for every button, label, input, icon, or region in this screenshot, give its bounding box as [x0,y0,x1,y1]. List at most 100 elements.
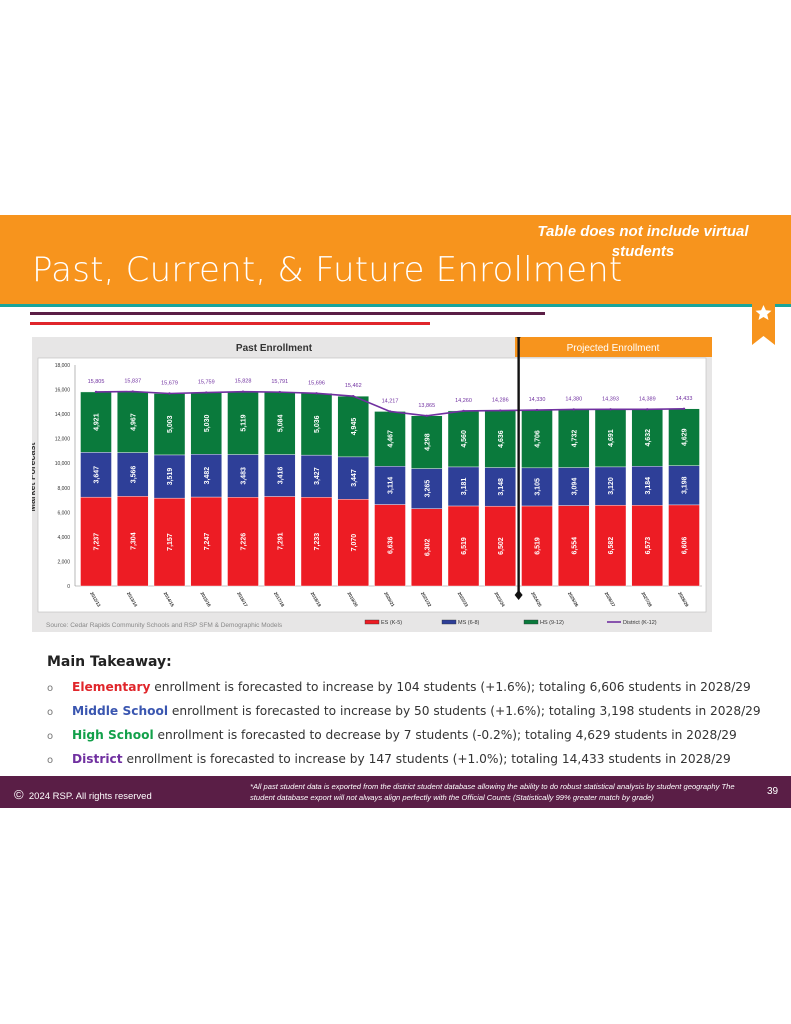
legend-swatch [364,619,380,625]
y-tick-label: 4,000 [57,535,70,541]
star-ribbon-icon [752,300,775,345]
legend-label: ES (K-5) [381,620,402,626]
district-value-label: 14,217 [382,398,399,404]
district-point [168,392,171,395]
legend-swatch [523,619,539,625]
district-point [94,390,98,394]
takeaway-item: o Elementary enrollment is forecasted to … [47,680,751,694]
district-point [646,408,649,411]
district-point [352,394,355,398]
enrollment-chart: Past Enrollment Projected Enrollment Marke… [32,337,712,632]
bar-value-label: 3,114 [388,477,395,494]
bar-value-label: 4,467 [388,430,395,448]
district-value-label: 14,389 [639,396,656,402]
district-value-label: 15,759 [198,380,215,386]
bar-value-label: 3,148 [498,478,505,496]
bar-value-label: 4,732 [571,430,578,448]
bar-value-label: 3,120 [608,477,615,495]
bar-value-label: 3,184 [645,477,652,495]
district-value-label: 15,805 [88,379,105,385]
district-value-label: 13,865 [418,403,435,409]
virtual-students-note: Table does not include virtual students [537,223,749,260]
bar-value-label: 4,706 [535,430,542,448]
bar-value-label: 4,632 [645,429,652,447]
y-tick-label: 16,000 [55,388,71,394]
bar-value-label: 3,566 [130,466,137,484]
past-enrollment-label: Past Enrollment [236,343,313,354]
district-point [425,414,428,417]
y-tick-label: 8,000 [57,486,70,492]
bar-value-label: 5,003 [167,415,174,433]
y-tick-label: 2,000 [57,559,70,565]
bar-value-label: 5,030 [204,415,211,433]
bar-value-label: 7,226 [241,533,248,551]
bullet-icon: o [47,707,54,718]
bar-value-label: 4,560 [461,430,468,448]
y-axis-label: Market Forecast [32,442,37,511]
bar-value-label: 3,198 [682,476,689,494]
takeaway-lead: Elementary [72,680,151,694]
bar-value-label: 6,302 [424,538,431,556]
bar-value-label: 5,084 [277,414,284,432]
district-value-label: 15,828 [235,379,252,385]
bar-value-label: 3,647 [94,466,101,484]
district-value-label: 14,380 [565,396,582,402]
district-point [682,407,686,410]
takeaway-item: o District enrollment is forecasted to in… [47,752,731,766]
district-value-label: 14,286 [492,398,509,404]
bar-value-label: 3,427 [314,467,321,485]
bar-value-label: 6,636 [388,536,395,554]
copyright-text: 2024 RSP. All rights reserved [28,791,152,802]
bar-value-label: 3,094 [571,478,578,496]
takeaway-lead: District [72,752,123,766]
chart-source: Source: Cedar Rapids Community Schools a… [46,622,283,629]
district-value-label: 15,791 [271,379,288,385]
bar-value-label: 6,519 [461,537,468,555]
bar-value-label: 4,636 [498,430,505,448]
bullet-icon: o [47,683,54,694]
copyright: © 2024 RSP. All rights reserved [14,787,152,802]
district-value-label: 15,696 [308,380,325,386]
district-point [499,409,502,412]
takeaway-lead: High School [72,728,154,742]
bar-value-label: 7,304 [130,532,137,550]
district-point [388,410,392,413]
bar-value-label: 3,181 [461,478,468,496]
takeaway-text: enrollment is forecasted to increase by … [168,704,761,718]
legend-swatch [441,619,457,625]
district-value-label: 14,393 [602,396,619,402]
accent-line-purple [30,312,545,315]
projected-enrollment-label: Projected Enrollment [567,343,660,354]
slide: Past, Current, & Future Enrollment Table… [0,0,791,1024]
takeaway-text: enrollment is forecasted to decrease by … [153,728,737,742]
y-tick-label: 10,000 [55,461,71,467]
bar-value-label: 6,582 [608,537,615,555]
district-value-label: 15,462 [345,383,362,389]
bar-value-label: 7,247 [204,533,211,551]
bar-value-label: 4,967 [130,413,137,431]
bar-value-label: 3,519 [167,468,174,486]
y-tick-label: 18,000 [55,363,71,369]
bar-value-label: 3,105 [535,478,542,496]
bar-value-label: 6,519 [535,537,542,555]
bar-value-label: 6,573 [645,537,652,555]
legend-label: HS (9-12) [540,620,564,626]
district-point [315,392,318,395]
bar-value-label: 4,945 [351,418,358,436]
accent-line-red [30,322,430,325]
bar-value-label: 6,606 [682,537,689,555]
takeaway-heading: Main Takeaway: [47,654,172,670]
bar-value-label: 4,298 [424,433,431,451]
bar-value-label: 4,921 [94,413,101,431]
bar-value-label: 3,447 [351,469,358,487]
y-tick-label: 6,000 [57,510,70,516]
legend-label: District (K-12) [623,620,657,626]
bullet-icon: o [47,755,54,766]
district-point [205,391,208,394]
bar-value-label: 4,691 [608,429,615,447]
district-value-label: 14,260 [455,398,472,404]
district-value-label: 15,837 [124,379,141,385]
y-tick-label: 12,000 [55,437,71,443]
page-number: 39 [767,786,779,797]
bar-value-label: 5,119 [241,414,248,431]
